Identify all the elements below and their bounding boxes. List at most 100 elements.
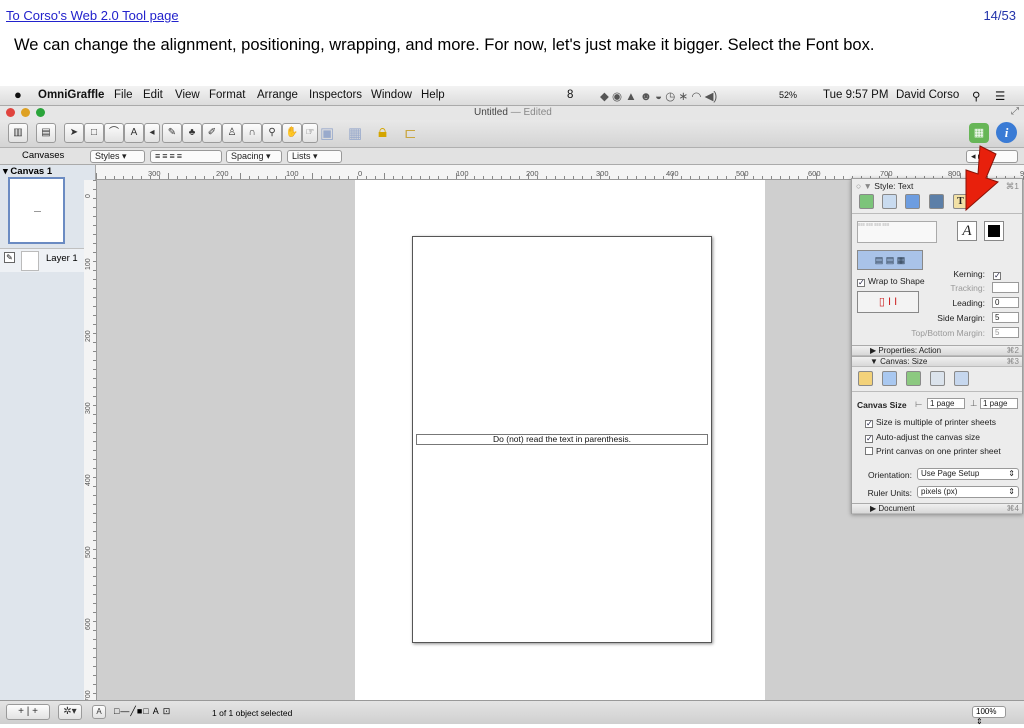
menu-file[interactable]: File bbox=[114, 89, 133, 101]
style-brush-button[interactable]: ♣ bbox=[182, 123, 202, 143]
font-box-button[interactable]: A bbox=[957, 221, 977, 241]
orientation-label: Orientation: bbox=[868, 470, 912, 480]
h-ruler-tick: 100 bbox=[286, 169, 299, 178]
side-margin-field[interactable]: 5 bbox=[992, 312, 1019, 323]
style-text-header[interactable]: ○ ▼ Style: Text bbox=[856, 181, 913, 191]
diagram-layout-tab-icon[interactable] bbox=[954, 371, 969, 386]
align-icon[interactable]: ⊏ bbox=[404, 124, 426, 144]
menu-edit[interactable]: Edit bbox=[143, 89, 163, 101]
leading-label: Leading: bbox=[952, 298, 985, 308]
selected-text-object[interactable]: Do (not) read the text in parenthesis. bbox=[416, 434, 708, 445]
alignment-buttons[interactable]: ≡≡≡≡ bbox=[150, 150, 222, 163]
tracking-label: Tracking: bbox=[950, 283, 985, 293]
canvas-thumbnail[interactable] bbox=[8, 177, 65, 244]
canvas-1-item[interactable]: ▾ Canvas 1 bbox=[3, 166, 52, 177]
size-multiple-checkbox[interactable]: ✓ Size is multiple of printer sheets bbox=[865, 417, 996, 428]
line-tool-button[interactable]: ⌒ bbox=[104, 123, 124, 143]
text-color-well[interactable] bbox=[984, 221, 1004, 241]
image-style-tab-icon[interactable] bbox=[929, 194, 944, 209]
zoom-window-icon[interactable] bbox=[36, 108, 45, 117]
zoom-tool-button[interactable]: ⚲ bbox=[262, 123, 282, 143]
layer-edit-icon[interactable]: ✎ bbox=[4, 252, 15, 263]
menu-view[interactable]: View bbox=[175, 89, 200, 101]
selection-tool-button[interactable]: ➤ bbox=[64, 123, 84, 143]
corso-tool-page-link[interactable]: To Corso's Web 2.0 Tool page bbox=[6, 8, 179, 23]
style-preview-strip: □—╱■□ A ⊡ bbox=[114, 706, 172, 716]
canvas-size-label: Canvas Size bbox=[857, 400, 907, 410]
toggle-sidebar-right-button[interactable]: ▤ bbox=[36, 123, 56, 143]
fill-style-tab-icon[interactable] bbox=[859, 194, 874, 209]
notification-center-icon[interactable]: ☰ bbox=[995, 89, 1005, 103]
add-canvas-button[interactable]: + | + bbox=[6, 704, 50, 720]
h-ruler-tick: 500 bbox=[736, 169, 749, 178]
pen-tool-button[interactable]: ✎ bbox=[162, 123, 182, 143]
background-tab-icon[interactable] bbox=[930, 371, 945, 386]
layout-tab-icon[interactable] bbox=[906, 371, 921, 386]
line-style-tab-icon[interactable] bbox=[882, 194, 897, 209]
lock-icon[interactable]: 🔒︎ bbox=[378, 122, 398, 142]
browse-tool-button[interactable]: ☞ bbox=[302, 123, 318, 143]
canvas-height-field[interactable]: 1 page bbox=[980, 398, 1018, 409]
stencils-icon[interactable]: ▦ bbox=[969, 123, 989, 143]
properties-action-header[interactable]: ▶ Properties: Action ⌘2 bbox=[852, 345, 1022, 356]
apple-icon[interactable]: ● bbox=[14, 87, 22, 102]
text-style-preview-icon[interactable]: A bbox=[92, 705, 106, 719]
inspectors-info-icon[interactable]: i bbox=[996, 122, 1017, 143]
text-tool-button[interactable]: A bbox=[124, 123, 144, 143]
lists-popup[interactable]: Lists ▾ bbox=[287, 150, 342, 163]
ruler-units-select[interactable]: pixels (px) ⇕ bbox=[917, 486, 1019, 498]
orientation-select[interactable]: Use Page Setup ⇕ bbox=[917, 468, 1019, 480]
menu-format[interactable]: Format bbox=[209, 89, 245, 101]
mac-menu-bar: ● OmniGraffle File Edit View Format Arra… bbox=[0, 86, 1024, 106]
inspector-panel: ○ ▼ Style: Text ⌘1 T ≡≡≡ ≡≡≡ ≡≡≡ ≡≡≡ A ▤… bbox=[851, 178, 1023, 514]
kerning-checkbox[interactable]: ✓ bbox=[993, 269, 1004, 280]
main-toolbar: ▥ ▤ ➤ □ ⌒ A ◂ ✎ ♣ ✐ ♙ ∩ ⚲ ✋ ☞ ▣ ▦ 🔒︎ ⊏ ▦… bbox=[0, 120, 1024, 148]
ungroup-icon[interactable]: ▦ bbox=[348, 124, 370, 144]
menu-inspectors[interactable]: Inspectors bbox=[309, 89, 362, 101]
wrap-to-shape-checkbox[interactable]: ✓ Wrap to Shape bbox=[857, 276, 925, 287]
text-alignment-presets[interactable]: ≡≡≡ ≡≡≡ ≡≡≡ ≡≡≡ bbox=[857, 221, 937, 243]
top-bottom-margin-field[interactable]: 5 bbox=[992, 327, 1019, 338]
style-shortcut: ⌘1 bbox=[1005, 181, 1019, 191]
auto-adjust-checkbox[interactable]: ✓ Auto-adjust the canvas size bbox=[865, 432, 980, 443]
rubber-stamp-button[interactable]: ♙ bbox=[222, 123, 242, 143]
format-bar: Canvases Styles ▾ ≡≡≡≡ Spacing ▾ Lists ▾… bbox=[0, 148, 1024, 165]
menu-help[interactable]: Help bbox=[421, 89, 445, 101]
menu-user[interactable]: David Corso bbox=[896, 89, 959, 101]
spacing-popup[interactable]: Spacing ▾ bbox=[226, 150, 282, 163]
leading-field[interactable]: 0 bbox=[992, 297, 1019, 308]
h-ruler-tick: 0 bbox=[358, 169, 363, 178]
vertical-position-buttons[interactable]: ▤ ▤ ▦ bbox=[857, 250, 923, 270]
menu-arrange[interactable]: Arrange bbox=[257, 89, 298, 101]
menu-clock[interactable]: Tue 9:57 PM bbox=[823, 89, 888, 101]
status-icons[interactable]: ◆ ◉ ▲ ☻ ◒ ◷ ∗ ◠ ◀) bbox=[600, 89, 717, 103]
spotlight-icon[interactable]: ⚲ bbox=[972, 89, 980, 103]
toggle-sidebar-button[interactable]: ▥ bbox=[8, 123, 28, 143]
tracking-field[interactable] bbox=[992, 282, 1019, 293]
layer-1-row[interactable]: ✎ Layer 1 bbox=[0, 248, 96, 272]
shadow-style-tab-icon[interactable] bbox=[905, 194, 920, 209]
zoom-select[interactable]: 100% ⇕ bbox=[972, 706, 1006, 726]
canvas-width-field[interactable]: 1 page bbox=[927, 398, 965, 409]
group-icon[interactable]: ▣ bbox=[320, 124, 342, 144]
magnet-tool-button[interactable]: ∩ bbox=[242, 123, 262, 143]
minimize-window-icon[interactable] bbox=[21, 108, 30, 117]
styles-popup[interactable]: Styles ▾ bbox=[90, 150, 145, 163]
document-header[interactable]: ▶ Document ⌘4 bbox=[852, 503, 1022, 514]
fullscreen-icon[interactable]: ⤢ bbox=[1011, 106, 1019, 117]
selection-status: 1 of 1 object selected bbox=[212, 708, 293, 718]
canvas-size-header[interactable]: ▼ Canvas: Size ⌘3 bbox=[852, 356, 1022, 367]
print-one-sheet-checkbox[interactable]: Print canvas on one printer sheet bbox=[865, 446, 1001, 456]
style-pick-button[interactable]: ✐ bbox=[202, 123, 222, 143]
menu-window[interactable]: Window bbox=[371, 89, 412, 101]
text-wrap-mode-buttons[interactable]: ▯ I I bbox=[857, 291, 919, 313]
hand-tool-button[interactable]: ✋ bbox=[282, 123, 302, 143]
shape-tool-button[interactable]: □ bbox=[84, 123, 104, 143]
diagram-tool-button[interactable]: ◂ bbox=[144, 123, 160, 143]
close-window-icon[interactable] bbox=[6, 108, 15, 117]
ruler-units-label: Ruler Units: bbox=[867, 488, 912, 498]
canvas-size-tab-icon[interactable] bbox=[858, 371, 873, 386]
menu-app-name[interactable]: OmniGraffle bbox=[38, 89, 104, 101]
grid-tab-icon[interactable] bbox=[882, 371, 897, 386]
action-gear-icon[interactable]: ✲▾ bbox=[58, 704, 82, 720]
